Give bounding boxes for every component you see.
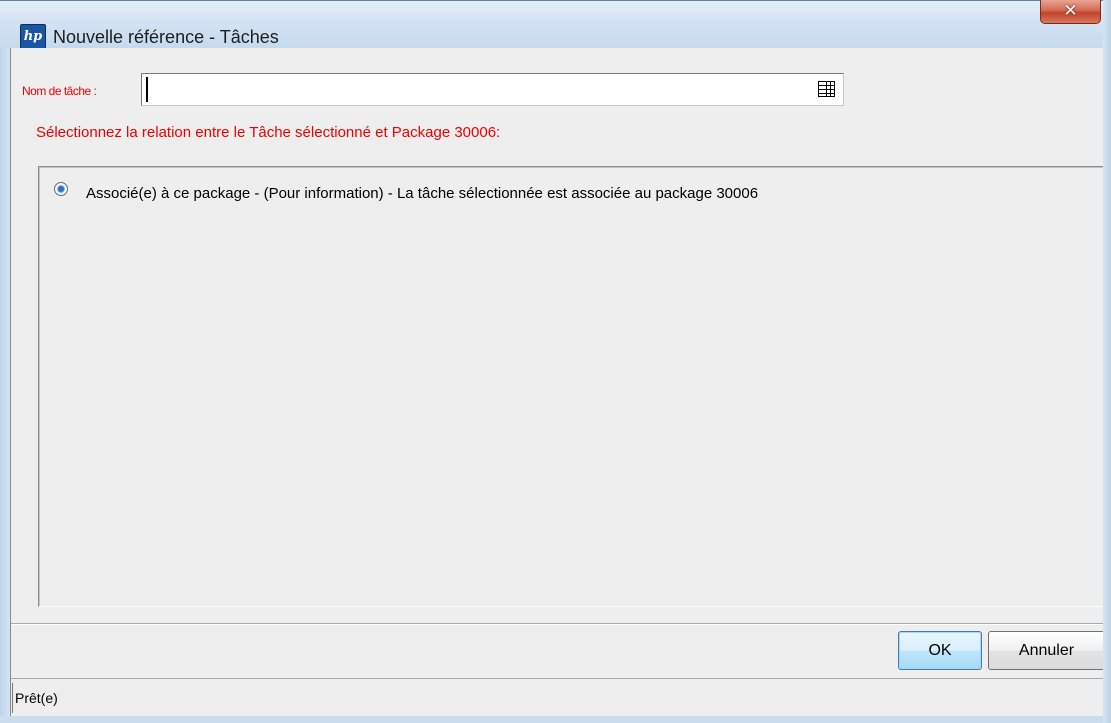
relation-radio-label[interactable]: Associé(e) à ce package - (Pour informat… bbox=[86, 185, 758, 202]
close-icon: ✕ bbox=[1063, 1, 1078, 20]
close-button[interactable]: ✕ bbox=[1040, 0, 1101, 24]
list-lookup-icon[interactable] bbox=[818, 81, 835, 97]
task-name-field-container bbox=[141, 73, 844, 106]
relation-prompt: Sélectionnez la relation entre le Tâche … bbox=[36, 124, 501, 141]
button-separator bbox=[11, 623, 1103, 625]
hp-logo-icon: hp bbox=[20, 24, 46, 49]
relation-radio-associated[interactable] bbox=[54, 182, 68, 196]
relation-options-panel bbox=[38, 166, 1106, 607]
dialog-window: hp Nouvelle référence - Tâches ✕ Nom de … bbox=[0, 0, 1111, 723]
window-title: Nouvelle référence - Tâches bbox=[53, 27, 279, 47]
window-bottom-border bbox=[0, 716, 1111, 723]
ok-button[interactable]: OK bbox=[898, 631, 982, 670]
title-bar[interactable]: hp Nouvelle référence - Tâches bbox=[0, 0, 1111, 49]
task-name-label: Nom de tâche : bbox=[22, 84, 97, 98]
task-name-input[interactable] bbox=[152, 76, 812, 103]
cancel-button[interactable]: Annuler bbox=[988, 631, 1105, 670]
status-text: Prêt(e) bbox=[12, 683, 1103, 713]
